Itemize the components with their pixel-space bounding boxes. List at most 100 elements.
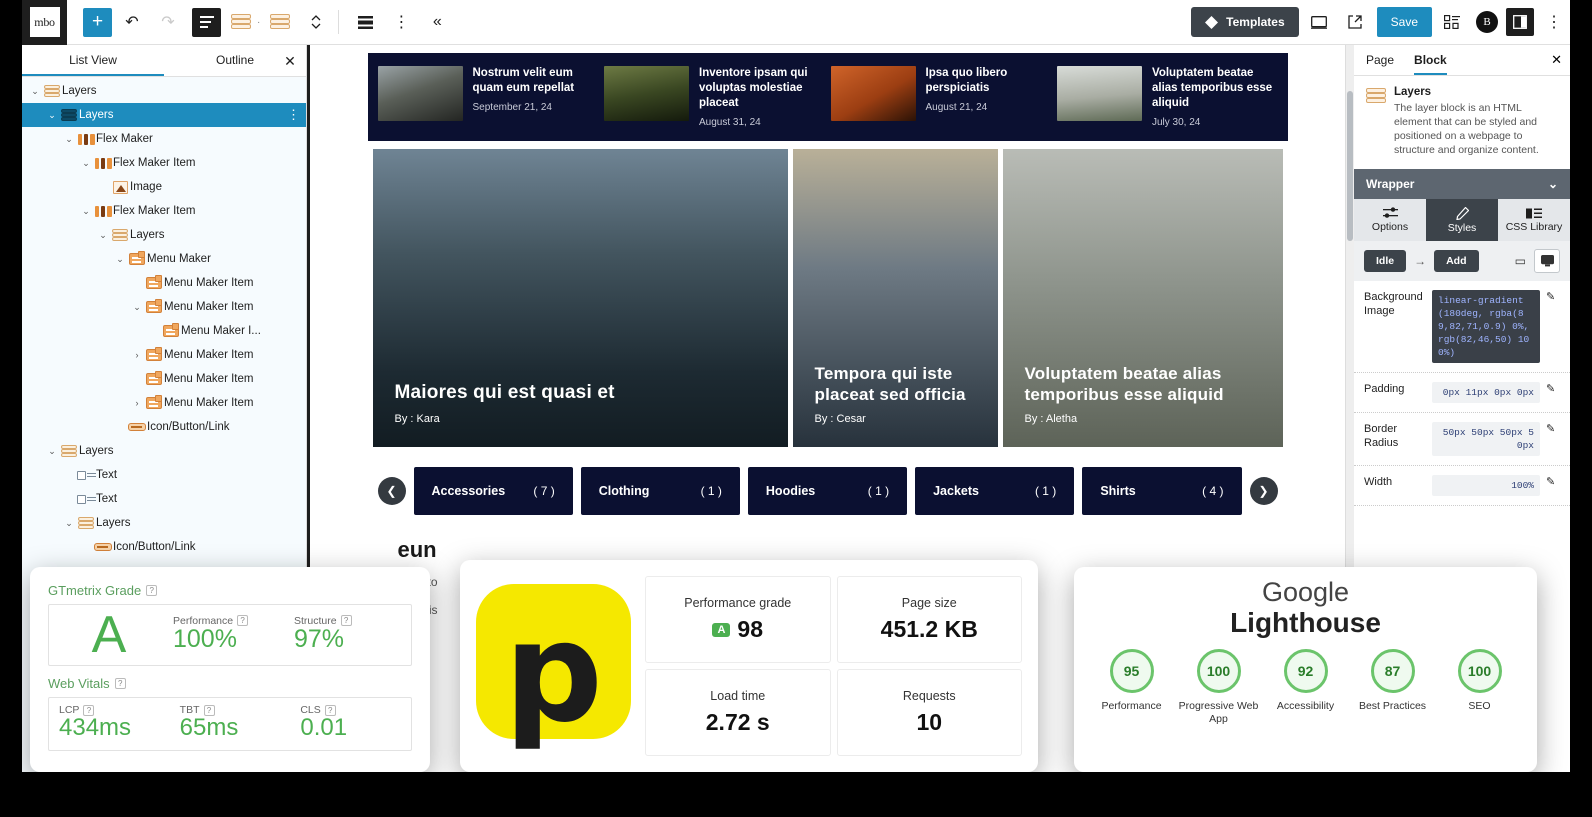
save-button[interactable]: Save [1377,7,1432,37]
plus-icon: + [92,11,103,33]
style-property-value[interactable]: linear-gradient(180deg, rgba(89,82,71,0.… [1432,290,1540,363]
panel-right-icon [1513,15,1527,29]
layer-tree-node[interactable]: ›Menu Maker Item [22,343,306,367]
redo-button[interactable]: ↷ [152,6,184,38]
carousel-next-button[interactable]: ❯ [1250,477,1278,505]
tab-page[interactable]: Page [1366,45,1394,75]
state-from-chip[interactable]: Idle [1364,250,1406,272]
layer-tree-node[interactable]: ⌄Flex Maker [22,127,306,151]
collapse-panel-button[interactable]: « [421,6,453,38]
editor-more-button[interactable]: ⋮ [1538,6,1570,38]
add-block-button[interactable]: + [83,8,112,37]
ellipsis-icon[interactable]: ▭ [1515,254,1526,268]
align-button[interactable] [349,6,381,38]
layer-tree-node[interactable]: ⌄Layers [22,511,306,535]
move-updown-button[interactable] [300,6,332,38]
layer-tree-node[interactable]: ⌄Layers⋮ [22,103,306,127]
close-inspector-button[interactable]: ✕ [1551,52,1562,68]
carousel-prev-button[interactable]: ❮ [378,477,406,505]
chevron-down-icon[interactable]: ⌄ [96,230,110,241]
style-property-value[interactable]: 0px 11px 0px 0px [1432,382,1540,403]
layer-tree-node[interactable]: Icon/Button/Link [22,415,306,439]
chevron-down-icon[interactable]: ⌄ [113,254,127,265]
layer-tree-node[interactable]: ⌄Flex Maker Item [22,151,306,175]
layers-breadcrumb-1[interactable] [225,6,257,38]
grid-view-button[interactable] [1436,6,1468,38]
settings-panel-toggle-button[interactable] [1506,8,1534,36]
category-label: Jackets [933,484,979,498]
question-icon[interactable]: ? [115,678,126,689]
close-list-view-button[interactable]: ✕ [280,51,300,71]
chevron-down-icon[interactable]: ⌄ [45,446,59,457]
open-external-button[interactable] [1339,6,1371,38]
layer-tree-node[interactable]: Menu Maker Item [22,367,306,391]
segment-styles[interactable]: Styles [1426,199,1498,241]
tab-block[interactable]: Block [1414,45,1447,75]
layer-tree-node[interactable]: ⌄Menu Maker Item [22,295,306,319]
news-text: Voluptatem beatae alias temporibus esse … [1152,66,1278,128]
pencil-icon[interactable]: ✎ [1546,290,1560,303]
layer-tree-node[interactable]: Icon/Button/Link [22,535,306,559]
chevron-down-icon[interactable]: ⌄ [62,518,76,529]
chevron-down-icon[interactable]: ⌄ [28,86,42,97]
news-item[interactable]: Ipsa quo libero perspiciatisAugust 21, 2… [831,66,1052,121]
layer-tree-node[interactable]: ⌄Layers [22,79,306,103]
layer-tree-node[interactable]: Text [22,487,306,511]
tab-list-view[interactable]: List View [22,45,164,76]
category-pill[interactable]: Shirts( 4 ) [1082,467,1241,515]
pencil-icon[interactable]: ✎ [1546,422,1560,435]
category-label: Shirts [1100,484,1135,498]
undo-button[interactable]: ↶ [116,6,148,38]
breadcrumb-separator: · [257,17,260,28]
chevron-down-icon[interactable]: ⌄ [79,206,93,217]
list-view-toggle-button[interactable] [192,8,221,37]
node-options-icon[interactable]: ⋮ [287,107,300,123]
wrapper-accordion-header[interactable]: Wrapper ⌄ [1354,169,1570,199]
device-preview-button[interactable] [1534,249,1560,273]
site-logo-button[interactable]: mbo [22,0,67,45]
pencil-icon[interactable]: ✎ [1546,382,1560,395]
chevron-down-icon[interactable]: ⌄ [62,134,76,145]
block-options-button[interactable]: ⋮ [385,6,417,38]
state-to-chip[interactable]: Add [1434,250,1478,272]
layer-tree-node[interactable]: Text [22,463,306,487]
layer-tree-node[interactable]: Menu Maker I... [22,319,306,343]
layer-tree-node[interactable]: Menu Maker Item [22,271,306,295]
scrollbar-thumb[interactable] [1347,91,1353,241]
news-item[interactable]: Voluptatem beatae alias temporibus esse … [1057,66,1278,128]
pencil-icon[interactable]: ✎ [1546,475,1560,488]
preview-button[interactable] [1303,6,1335,38]
question-icon[interactable]: ? [146,585,157,596]
avatar[interactable]: B [1476,11,1498,33]
layer-tree-node[interactable]: ⌄Flex Maker Item [22,199,306,223]
chevron-down-icon[interactable]: ⌄ [79,158,93,169]
chevron-right-icon[interactable]: › [130,350,144,360]
style-property-value[interactable]: 50px 50px 50px 50px [1432,422,1540,456]
templates-button[interactable]: Templates [1191,7,1298,37]
category-pill[interactable]: Hoodies( 1 ) [748,467,907,515]
category-pill[interactable]: Clothing( 1 ) [581,467,740,515]
news-item[interactable]: Nostrum velit eum quam eum repellatSepte… [378,66,599,121]
chevron-down-icon[interactable]: ⌄ [45,110,59,121]
web-vital-cell: LCP ?434ms [49,698,170,750]
layer-tree-node[interactable]: Image [22,175,306,199]
hero-card[interactable]: Maiores qui est quasi etBy : Kara [373,149,788,447]
hero-card[interactable]: Voluptatem beatae alias temporibus esse … [1003,149,1283,447]
question-icon[interactable]: ? [237,615,248,626]
layer-tree-node[interactable]: ⌄Layers [22,439,306,463]
category-pill[interactable]: Jackets( 1 ) [915,467,1074,515]
chevron-down-icon[interactable]: ⌄ [130,302,144,313]
grid-icon [1444,15,1460,29]
category-pill[interactable]: Accessories( 7 ) [414,467,573,515]
news-item[interactable]: Inventore ipsam qui voluptas molestiae p… [604,66,825,128]
style-property-value[interactable]: 100% [1432,475,1540,496]
layers-icon [1366,88,1386,104]
chevron-right-icon[interactable]: › [130,398,144,408]
segment-css-library[interactable]: CSS Library [1498,199,1570,241]
segment-options[interactable]: Options [1354,199,1426,241]
layer-tree-node[interactable]: ›Menu Maker Item [22,391,306,415]
layer-tree-node[interactable]: ⌄Menu Maker [22,247,306,271]
layer-tree-node[interactable]: ⌄Layers [22,223,306,247]
layers-breadcrumb-2[interactable] [264,6,296,38]
hero-card[interactable]: Tempora qui iste placeat sed officiaBy :… [793,149,998,447]
